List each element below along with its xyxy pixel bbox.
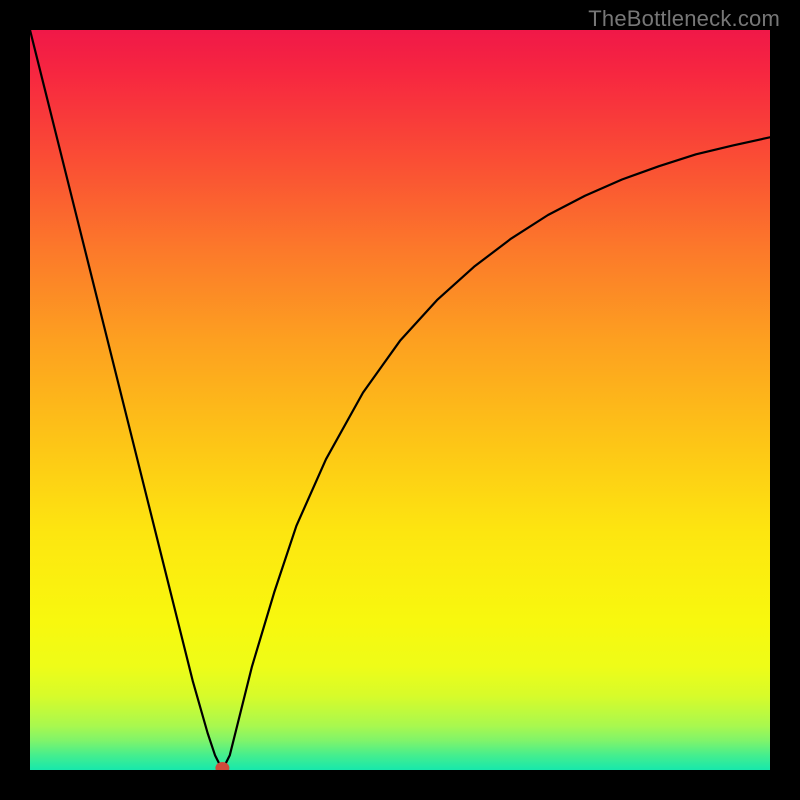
- chart-container: TheBottleneck.com: [0, 0, 800, 800]
- bottleneck-curve: [30, 30, 770, 770]
- watermark-text: TheBottleneck.com: [588, 6, 780, 32]
- plot-area: [30, 30, 770, 770]
- curve-svg: [30, 30, 770, 770]
- minimum-marker: [215, 762, 229, 770]
